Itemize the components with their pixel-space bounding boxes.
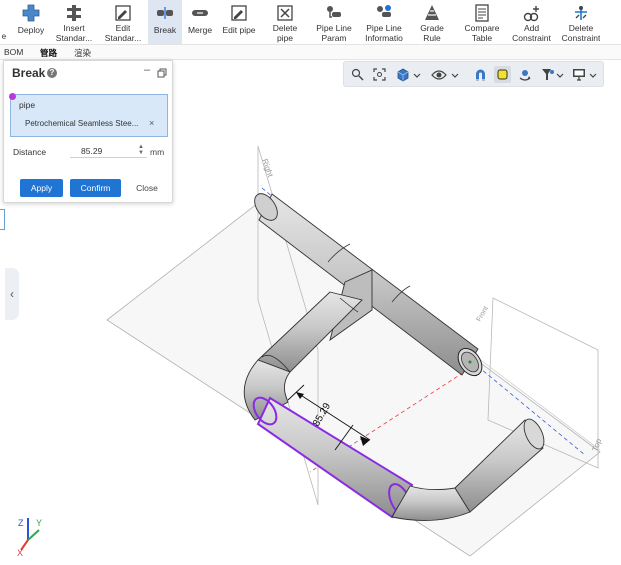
axis-triad: Z Y X [17,518,42,558]
front-plane-label: Front [476,305,490,323]
view-cube-dropdown-icon[interactable] [412,66,422,83]
break-icon [155,3,175,23]
filter-dropdown-icon[interactable] [556,66,564,83]
pipe-line-param-icon [324,3,344,23]
compare-table-icon [472,3,492,23]
shaded-mode-icon[interactable] [494,66,511,83]
delete-constraint-icon [571,3,591,23]
add-constraint-icon [522,3,542,23]
remove-selection-button[interactable]: × [149,118,154,128]
delete-pipe-icon [275,3,295,23]
collapse-panel-handle[interactable]: ‹ [5,268,19,320]
merge-button[interactable]: Merge [184,0,216,44]
pipe-selection-box[interactable]: pipe Petrochemical Seamless Stee... × [9,93,168,137]
delete-constraint-button[interactable]: Delete Constraint [558,0,604,44]
grade-rule-icon [422,3,442,23]
distance-stepper[interactable]: ▲ ▼ [138,144,144,156]
view-toolbar [343,61,604,87]
delete-pipe-button[interactable]: Delete pipe [268,0,302,44]
pipe-line-info-button[interactable]: Pipe Line Informatio [360,0,408,44]
help-icon[interactable]: ? [47,68,57,78]
edit-pipe-button[interactable]: Edit pipe [219,0,259,44]
deploy-button[interactable]: Deploy [12,0,50,44]
break-button[interactable]: Break [148,0,182,44]
top-plane [106,199,601,557]
merge-icon [190,3,210,23]
break-panel: Break ? – pipe Petrochemical Seamless St… [3,60,173,203]
tab-piping[interactable]: 管路 [40,47,57,59]
reference-planes [106,145,601,557]
selected-pipe-name: Petrochemical Seamless Stee... [25,119,139,128]
app-window: e Deploy Insert Standar... Edit Standar.… [0,0,621,565]
tab-bom[interactable]: BOM [4,47,23,57]
visibility-dropdown-icon[interactable] [450,66,460,83]
distance-value[interactable]: 85.29 [81,146,102,156]
display-dropdown-icon[interactable] [588,66,598,83]
zoom-fit-icon[interactable] [371,66,388,83]
selection-indicator-dot [9,93,16,100]
confirm-button[interactable]: Confirm [70,179,121,197]
pipe-selection-label: pipe [19,100,36,110]
right-plane-label: Right [260,158,275,179]
add-constraint-button[interactable]: Add Constraint [509,0,554,44]
close-button[interactable]: Close [130,179,164,197]
float-window-icon[interactable] [157,65,167,78]
insert-standard-icon [64,3,84,23]
panel-title: Break [12,66,46,80]
axis-y-label: Y [36,518,42,528]
display-icon[interactable] [570,66,587,83]
tab-render[interactable]: 渲染 [74,47,91,59]
pipe-line-param-button[interactable]: Pipe Line Param [311,0,357,44]
visibility-icon[interactable] [428,66,450,83]
axis-z-label: Z [18,518,24,528]
grade-rule-button[interactable]: Grade Rule [414,0,450,44]
edit-pipe-icon [229,3,249,23]
rotate-icon[interactable] [516,66,533,83]
axis-x-label: X [17,548,23,558]
distance-unit: mm [150,147,165,157]
pipe-line-info-icon [374,3,394,23]
left-panel-selection-edge [0,209,5,230]
view-cube-icon[interactable] [394,66,411,83]
chevron-left-icon: ‹ [10,287,14,301]
insert-standard-button[interactable]: Insert Standar... [54,0,94,44]
ribbon-edge-item: e [1,32,7,41]
apply-button[interactable]: Apply [20,179,63,197]
compare-table-button[interactable]: Compare Table [460,0,504,44]
distance-input[interactable]: 85.29 ▲ ▼ [70,144,147,158]
edit-standard-button[interactable]: Edit Standar... [101,0,145,44]
magnet-icon[interactable] [472,66,489,83]
module-tab-bar: BOM 管路 渲染 [0,44,621,60]
ribbon-toolbar: e Deploy Insert Standar... Edit Standar.… [0,0,621,44]
top-plane-label: Top [590,437,603,453]
filter-icon[interactable] [539,66,556,83]
zoom-icon[interactable] [349,66,366,83]
edit-standard-icon [113,3,133,23]
distance-label: Distance [13,147,47,157]
deploy-icon [21,3,41,23]
minimize-button[interactable]: – [144,64,150,76]
